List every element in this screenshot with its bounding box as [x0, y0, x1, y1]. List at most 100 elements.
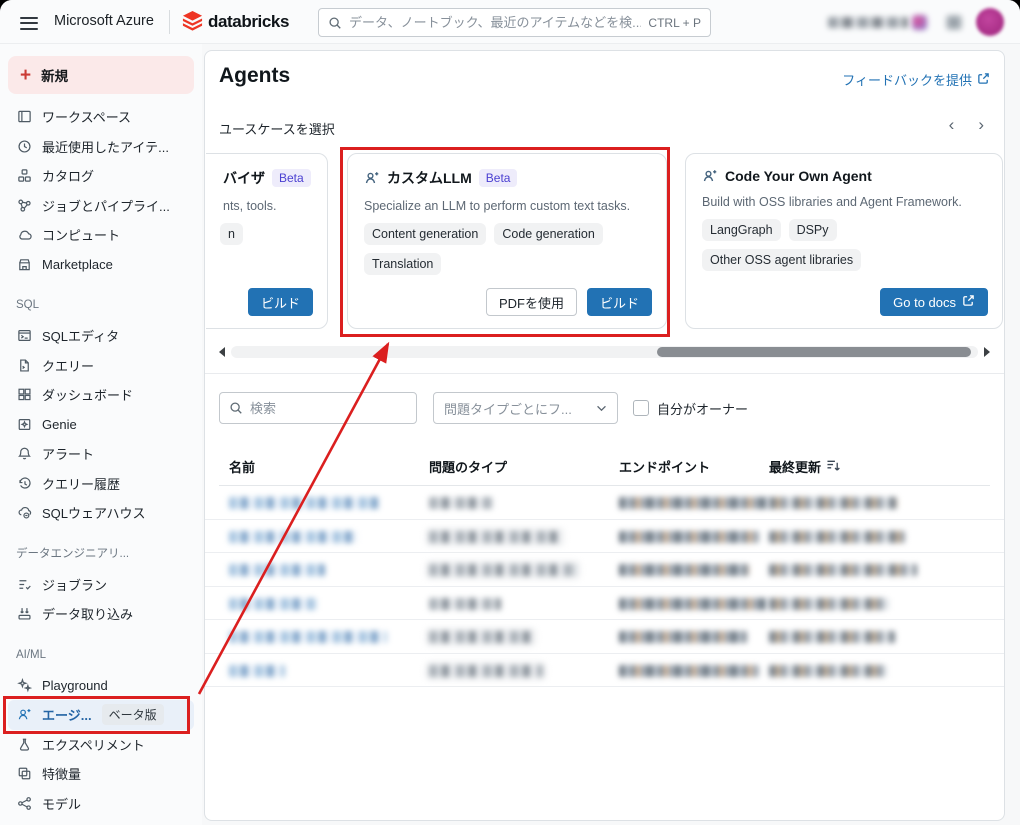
problem-type-filter-dropdown[interactable]: 問題タイプごとにフ... [433, 392, 618, 424]
redacted-cell [229, 598, 317, 610]
sidebar-item-sql-editor[interactable]: SQLエディタ [8, 321, 194, 351]
sidebar-item-data-ingestion[interactable]: データ取り込み [8, 599, 194, 629]
sidebar-item-label: ダッシュボード [42, 385, 133, 404]
sidebar-item-marketplace[interactable]: Marketplace [8, 250, 194, 280]
redacted-cell [619, 531, 759, 543]
redacted-cell [769, 665, 887, 677]
build-button[interactable]: ビルド [248, 288, 313, 316]
global-search-box[interactable]: CTRL + P [318, 8, 711, 37]
sidebar-item-compute[interactable]: コンピュート [8, 220, 194, 250]
chevron-down-icon [596, 399, 607, 417]
sidebar-item-jobs-pipelines[interactable]: ジョブとパイプライ... [8, 191, 194, 221]
column-header-problem-type[interactable]: 問題のタイプ [429, 457, 507, 476]
menu-icon[interactable] [20, 13, 38, 29]
sidebar-item-recents[interactable]: 最近使用したアイテ... [8, 132, 194, 162]
redacted-cell [619, 497, 769, 509]
sidebar-item-alerts[interactable]: アラート [8, 439, 194, 469]
sidebar-item-query-history[interactable]: クエリー履歴 [8, 469, 194, 499]
scroll-left-icon[interactable] [219, 347, 225, 357]
sidebar-section-header: データエンジニアリ... [8, 546, 194, 562]
redacted-cell [429, 531, 561, 543]
owner-checkbox[interactable] [633, 400, 649, 416]
page-title: Agents [219, 64, 290, 88]
redacted-cell [619, 564, 749, 576]
search-shortcut-hint: CTRL + P [648, 16, 701, 30]
card-chips: n [206, 223, 311, 245]
annotation-rect-custom-llm-card [340, 147, 670, 337]
topbar-redacted-icon[interactable] [946, 15, 962, 30]
carousel-next-icon[interactable]: › [978, 115, 984, 135]
carousel-scrollbar [219, 346, 990, 358]
search-icon [328, 16, 342, 30]
workspace-name-redacted[interactable] [828, 17, 908, 28]
card-title: Code Your Own Agent [725, 168, 872, 184]
capability-chip: n [220, 223, 243, 245]
feedback-link[interactable]: フィードバックを提供 [842, 70, 990, 89]
databricks-logo-icon[interactable] [182, 11, 203, 36]
usecase-card-knowledge-advisor[interactable]: バイザ Beta nts, tools. n ビルド [206, 153, 328, 329]
scrollbar-thumb[interactable] [657, 347, 971, 357]
sidebar-item-job-runs[interactable]: ジョブラン [8, 570, 194, 600]
workspace-icon [16, 109, 32, 125]
sidebar-item-catalog[interactable]: カタログ [8, 161, 194, 191]
section-divider [205, 373, 1004, 374]
sidebar-item-label: カタログ [42, 166, 94, 185]
sidebar-item-sql-warehouse[interactable]: SQLウェアハウス [8, 498, 194, 528]
card-description: Build with OSS libraries and Agent Frame… [702, 195, 986, 209]
table-search-input[interactable] [250, 401, 407, 416]
sidebar-item-label: Playground [42, 678, 108, 693]
redacted-cell [229, 564, 325, 576]
sidebar-item-label: クエリー履歴 [42, 474, 120, 493]
table-row[interactable] [205, 587, 1004, 621]
scrollbar-track[interactable] [231, 346, 978, 358]
topbar-redacted-icon[interactable] [912, 15, 927, 30]
redacted-cell [769, 598, 889, 610]
user-avatar[interactable] [976, 8, 1004, 36]
usecase-card-code-your-own[interactable]: Code Your Own Agent Build with OSS libra… [685, 153, 1003, 329]
sidebar-item-label: クエリー [42, 356, 94, 375]
table-row[interactable] [205, 654, 1004, 688]
new-button[interactable]: + 新規 [8, 56, 194, 94]
redacted-cell [229, 497, 379, 509]
owner-filter[interactable]: 自分がオーナー [633, 399, 748, 418]
recents-icon [16, 138, 32, 154]
sql-editor-icon [16, 328, 32, 344]
global-search-input[interactable] [349, 15, 641, 30]
table-search-box[interactable] [219, 392, 417, 424]
sidebar-item-queries[interactable]: クエリー [8, 351, 194, 381]
databricks-wordmark[interactable]: databricks [208, 12, 289, 32]
jobs-pipelines-icon [16, 197, 32, 213]
card-title: バイザ [223, 168, 265, 188]
topbar: Microsoft Azure databricks CTRL + P [0, 0, 1020, 44]
column-header-endpoint[interactable]: エンドポイント [619, 457, 710, 476]
sidebar-item-dashboards[interactable]: ダッシュボード [8, 380, 194, 410]
azure-brand-label: Microsoft Azure [54, 13, 154, 29]
playground-icon [16, 677, 32, 693]
table-row[interactable] [205, 620, 1004, 654]
sidebar-section-header: AI/ML [8, 647, 194, 663]
sidebar-item-label: 最近使用したアイテ... [42, 137, 169, 156]
sidebar-item-features[interactable]: 特徴量 [8, 759, 194, 789]
experiments-icon [16, 736, 32, 752]
carousel-nav: ‹ › [949, 115, 984, 135]
sidebar-item-label: 特徴量 [42, 764, 81, 783]
scroll-right-icon[interactable] [984, 347, 990, 357]
table-row[interactable] [205, 486, 1004, 520]
column-header-last-updated[interactable]: 最終更新 [769, 457, 841, 476]
usecase-picker-label: ユースケースを選択 [219, 119, 335, 138]
catalog-icon [16, 168, 32, 184]
sidebar-item-models[interactable]: モデル [8, 789, 194, 819]
redacted-cell [619, 665, 759, 677]
sidebar-item-genie[interactable]: Genie [8, 410, 194, 440]
search-icon [229, 401, 243, 415]
card-chips: LangGraphDSPyOther OSS agent libraries [702, 219, 986, 271]
column-header-name[interactable]: 名前 [229, 457, 255, 476]
redacted-cell [429, 497, 493, 509]
table-row[interactable] [205, 553, 1004, 587]
sidebar-item-workspace[interactable]: ワークスペース [8, 102, 194, 132]
carousel-prev-icon[interactable]: ‹ [949, 115, 955, 135]
redacted-cell [229, 665, 285, 677]
sidebar-item-label: ワークスペース [42, 107, 131, 126]
table-row[interactable] [205, 520, 1004, 554]
go-to-docs-button[interactable]: Go to docs [880, 288, 988, 316]
